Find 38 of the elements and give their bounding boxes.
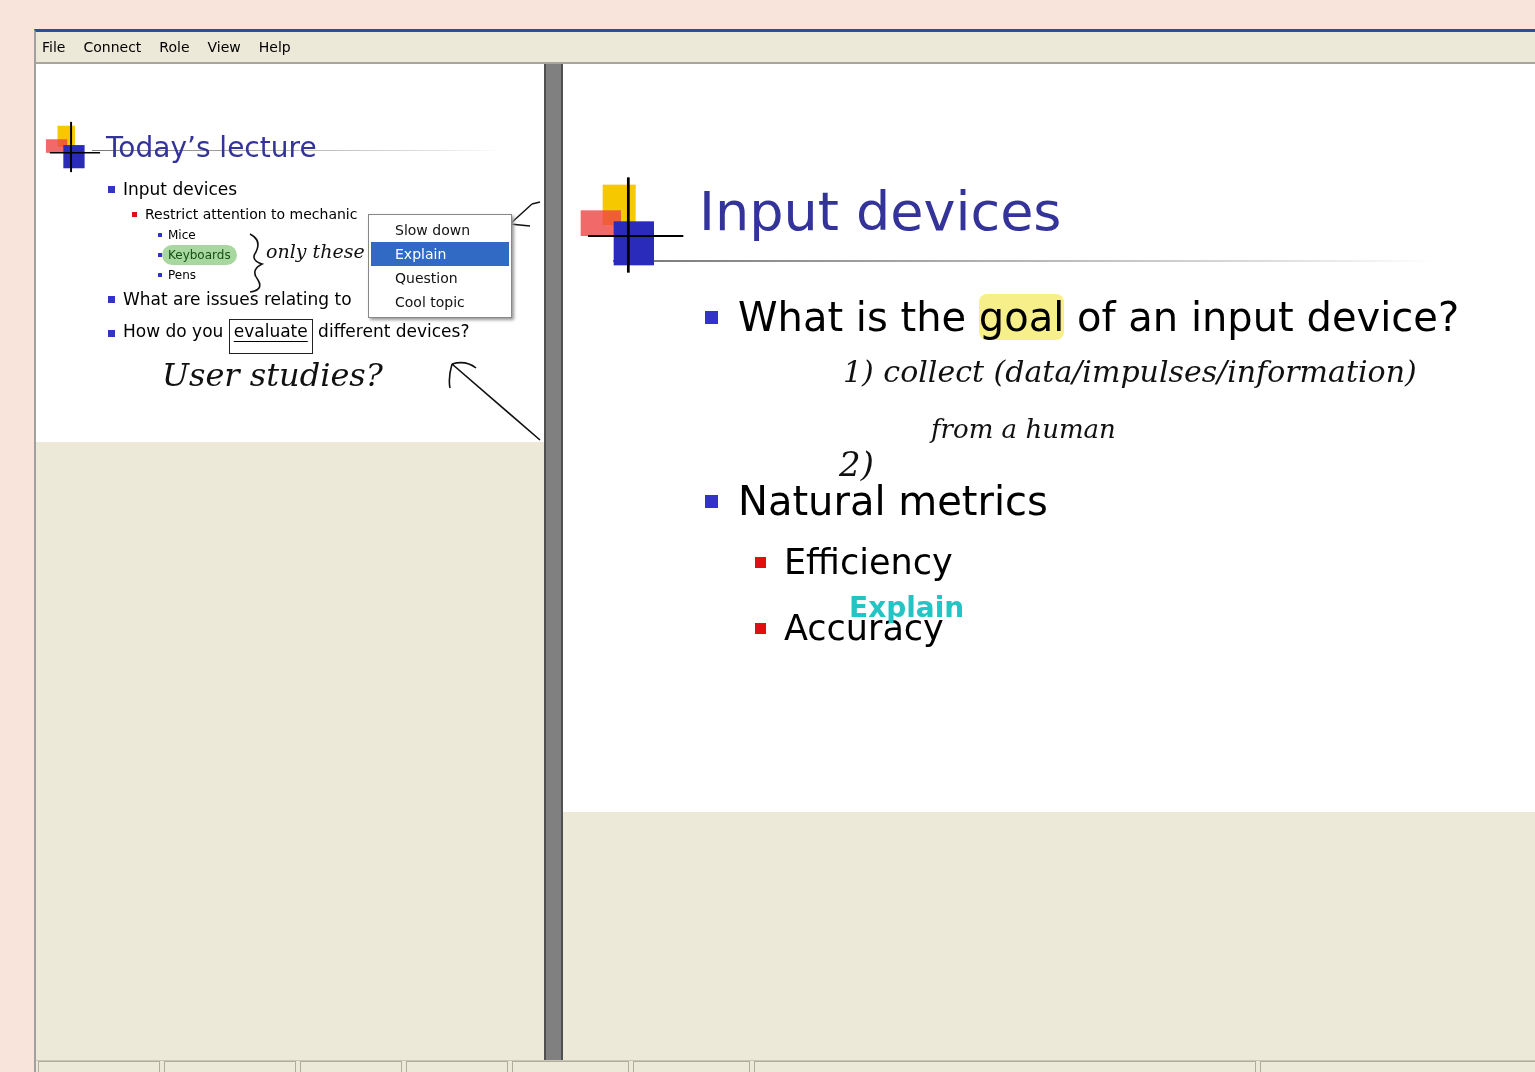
bullet-icon [108,330,115,337]
bullet-icon [705,494,718,508]
bullet-icon [132,211,137,217]
bullet-text: How do you evaluate different devices? [123,319,470,354]
bullet-text: Efficiency [784,544,953,580]
thumbnail-slide[interactable] [36,64,544,442]
menu-item[interactable]: Connect [83,39,142,55]
context-menu-item[interactable]: Question [371,266,509,290]
menu-item[interactable]: File [42,39,66,55]
bullet-text: Restrict attention to mechanic [145,205,358,224]
bullet-icon [755,622,766,634]
context-menu-item[interactable]: Slow down [371,218,509,242]
context-menu-item[interactable]: Explain [371,242,509,266]
handwritten-note: from a human [931,414,1116,444]
slide-title: Input devices [699,179,1062,243]
bullet-text: What are issues relating to [123,288,352,311]
bullet-icon [108,295,115,303]
bullet-icon [158,253,162,257]
bullet-icon [158,233,162,237]
bullet-text: Pens [168,267,197,284]
bullet-text: Mice [168,227,196,244]
bullet-icon [755,556,766,568]
handwritten-note: User studies? [162,356,383,394]
bullet-text: Keyboards [162,245,237,265]
menu-item[interactable]: Role [159,39,190,55]
handwritten-note: only these [266,240,365,262]
bullet-icon [705,310,718,324]
context-menu-item[interactable]: Cool topic [371,290,509,314]
bullet-icon [158,273,162,277]
slide-title: Today’s lecture [106,130,317,164]
bullet-icon [108,185,115,193]
splitter-handle[interactable] [544,64,563,1060]
menu-item[interactable]: View [207,39,241,55]
bullet-text: Input devices [123,178,238,201]
menu-item[interactable]: Help [258,39,291,55]
handwritten-note: 1) collect (data/impulses/information) [843,354,1417,389]
bullet-text: What is the goal of an input device? [738,293,1460,342]
handwritten-note: 2) [839,444,874,484]
